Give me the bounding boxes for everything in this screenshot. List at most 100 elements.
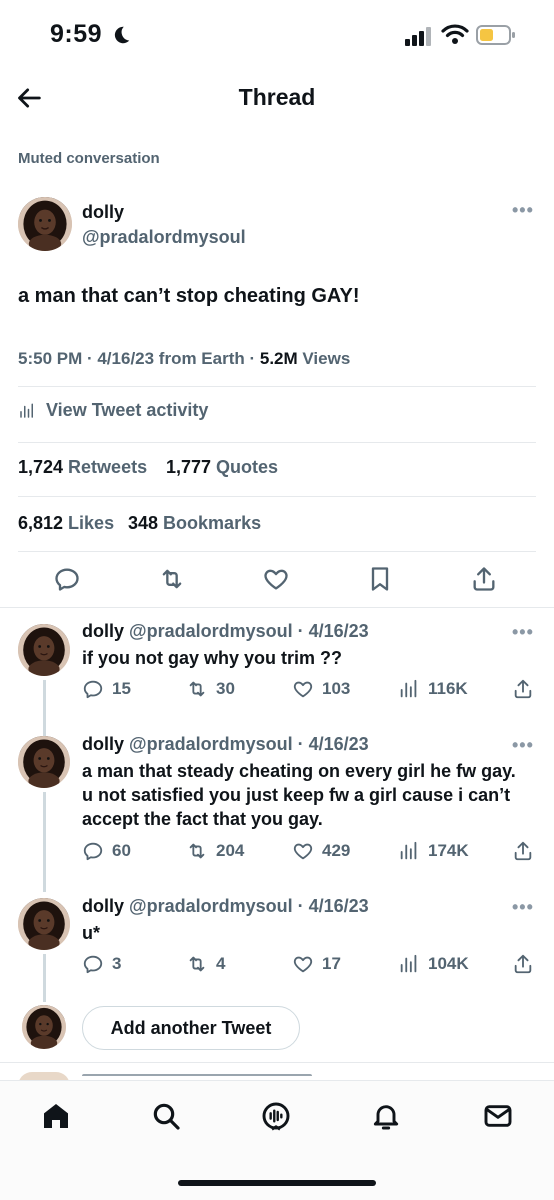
author-handle[interactable]: @pradalordmysoul <box>82 227 246 248</box>
views-count: 174K <box>428 841 469 860</box>
reply-button[interactable]: 3 <box>82 953 121 975</box>
retweets-count: 1,724 <box>18 457 64 477</box>
avatar[interactable] <box>22 1005 66 1049</box>
author-name[interactable]: dolly <box>82 202 124 223</box>
messages-icon[interactable] <box>482 1100 514 1132</box>
share-icon[interactable] <box>512 953 534 975</box>
tweet-meta: 5:50 PM · 4/16/23 from Earth · 5.2M View… <box>18 349 350 369</box>
reply-button[interactable]: 15 <box>82 678 131 700</box>
bookmarks-stat[interactable]: 348 Bookmarks <box>128 513 261 534</box>
avatar[interactable] <box>18 898 70 950</box>
add-another-tweet-button[interactable]: Add another Tweet <box>82 1006 300 1050</box>
reply-icon <box>83 680 103 699</box>
share-icon[interactable] <box>470 565 498 593</box>
retweet-icon <box>189 681 205 697</box>
home-icon[interactable] <box>40 1100 72 1132</box>
reply-count: 60 <box>112 841 131 860</box>
status-time: 9:59 <box>50 20 103 48</box>
quotes-label: Quotes <box>211 457 279 477</box>
quotes-stat[interactable]: 1,777 Quotes <box>166 457 278 478</box>
author-name: dolly <box>82 734 125 754</box>
avatar[interactable] <box>18 624 70 676</box>
quotes-count: 1,777 <box>166 457 212 477</box>
views-button[interactable]: 174K <box>398 840 469 862</box>
views-button[interactable]: 104K <box>398 953 469 975</box>
reply-meta: @pradalordmysoul · 4/16/23 <box>124 896 369 916</box>
more-dots-icon[interactable]: ••• <box>512 200 534 221</box>
divider <box>18 386 536 387</box>
avatar[interactable] <box>18 197 72 251</box>
reply-button[interactable]: 60 <box>82 840 131 862</box>
retweet-icon[interactable] <box>158 565 186 593</box>
retweet-count: 30 <box>216 679 235 698</box>
like-count: 103 <box>322 679 351 698</box>
likes-label: Likes <box>63 513 115 533</box>
like-button[interactable]: 429 <box>292 840 350 862</box>
more-dots-icon[interactable]: ••• <box>512 735 534 756</box>
divider <box>0 1062 554 1063</box>
author-name: dolly <box>82 621 125 641</box>
retweet-count: 204 <box>216 841 245 860</box>
reply-icon <box>83 955 103 974</box>
reply-text: a man that steady cheating on every girl… <box>82 761 516 829</box>
reply-header[interactable]: dolly @pradalordmysoul · 4/16/23 <box>82 734 369 755</box>
search-icon[interactable] <box>150 1100 182 1132</box>
reply-header[interactable]: dolly @pradalordmysoul · 4/16/23 <box>82 621 369 642</box>
notifications-icon[interactable] <box>370 1100 402 1132</box>
reply-count: 15 <box>112 679 131 698</box>
like-count: 429 <box>322 841 351 860</box>
thread-line <box>43 792 46 892</box>
bookmarks-count: 348 <box>128 513 159 533</box>
like-button[interactable]: 17 <box>292 953 341 975</box>
views-icon <box>400 841 417 860</box>
like-icon[interactable] <box>262 565 290 593</box>
views-icon <box>400 679 417 698</box>
muted-conversation-label: Muted conversation <box>18 150 160 167</box>
retweet-button[interactable]: 4 <box>186 953 225 975</box>
divider <box>18 496 536 497</box>
views-icon <box>400 954 417 973</box>
tweet-text: a man that can’t stop cheating GAY! <box>18 285 360 307</box>
thread-line <box>43 680 46 736</box>
views-button[interactable]: 116K <box>398 678 468 700</box>
author-name: dolly <box>82 896 125 916</box>
retweet-icon <box>189 843 205 859</box>
bookmarks-label: Bookmarks <box>158 513 262 533</box>
retweets-stat[interactable]: 1,724 Retweets <box>18 457 147 478</box>
share-icon[interactable] <box>512 840 534 862</box>
like-icon <box>293 843 313 860</box>
reply-meta: @pradalordmysoul · 4/16/23 <box>124 621 369 641</box>
reply-icon <box>83 842 103 861</box>
likes-count: 6,812 <box>18 513 64 533</box>
bookmark-icon[interactable] <box>366 565 394 593</box>
reply-header[interactable]: dolly @pradalordmysoul · 4/16/23 <box>82 896 369 917</box>
battery-icon <box>476 25 515 45</box>
reply-meta: @pradalordmysoul · 4/16/23 <box>124 734 369 754</box>
thread-line <box>43 954 46 1002</box>
cellular-signal-icon <box>405 27 431 46</box>
divider <box>18 551 536 552</box>
like-icon <box>293 681 313 698</box>
retweet-button[interactable]: 30 <box>186 678 235 700</box>
likes-stat[interactable]: 6,812 Likes <box>18 513 114 534</box>
divider <box>0 607 554 608</box>
retweet-count: 4 <box>216 954 226 973</box>
like-button[interactable]: 103 <box>292 678 350 700</box>
share-icon[interactable] <box>512 678 534 700</box>
avatar[interactable] <box>18 736 70 788</box>
like-icon <box>293 956 313 973</box>
activity-label: View Tweet activity <box>46 400 209 420</box>
reply-icon[interactable] <box>53 565 81 593</box>
retweet-button[interactable]: 204 <box>186 840 244 862</box>
views-count: 116K <box>428 679 468 698</box>
more-dots-icon[interactable]: ••• <box>512 897 534 918</box>
reply-count: 3 <box>112 954 122 973</box>
divider <box>18 442 536 443</box>
like-count: 17 <box>322 954 341 973</box>
page-title: Thread <box>238 84 316 110</box>
reply-text: u* <box>82 923 100 943</box>
wifi-icon <box>441 24 469 44</box>
spaces-icon[interactable] <box>260 1100 292 1132</box>
more-dots-icon[interactable]: ••• <box>512 622 534 643</box>
view-tweet-activity[interactable]: View Tweet activity <box>18 400 208 421</box>
